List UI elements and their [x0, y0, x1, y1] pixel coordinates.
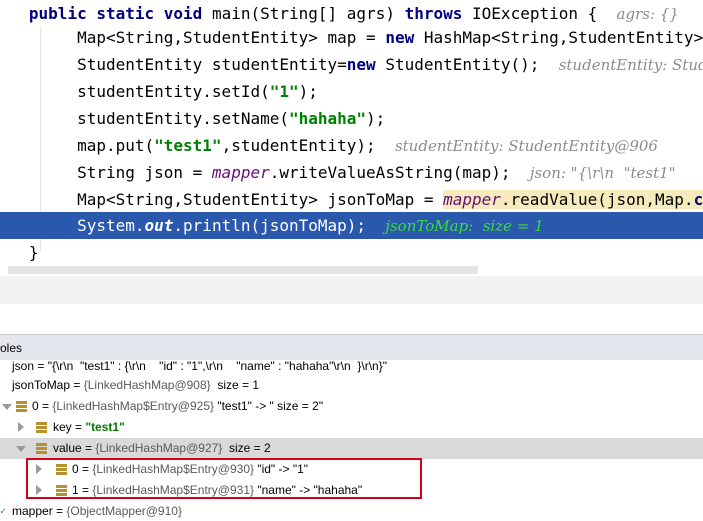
- inline-debug-hint: studentEntity: StudentEntity@906: [394, 137, 658, 155]
- code-string: "1": [269, 82, 299, 101]
- equals-sign: =: [81, 441, 96, 455]
- field-icon: [36, 422, 47, 433]
- tree-row-entry-0[interactable]: 0 = {LinkedHashMap$Entry@925} "test1" ->…: [0, 396, 703, 417]
- object-ref: {ObjectMapper@910}: [66, 504, 182, 518]
- code-text: .readValue(json,Map.: [500, 190, 694, 209]
- expand-chevron-down-icon[interactable]: [16, 446, 26, 452]
- code-line-2[interactable]: Map<String,StudentEntity> map = new Hash…: [0, 24, 703, 51]
- code-text: studentEntity.setId(: [77, 82, 270, 101]
- variables-panel-title: oles: [0, 341, 23, 355]
- variable-summary: "test1" -> " size = 2": [214, 399, 324, 413]
- code-text: );: [298, 82, 318, 101]
- object-ref: {LinkedHashMap$Entry@925}: [52, 399, 214, 413]
- variable-value: "test1": [85, 420, 125, 434]
- code-text: Map<String,StudentEntity> jsonToMap =: [77, 190, 444, 209]
- inline-debug-hint: agrs: {}: [616, 5, 679, 23]
- code-field: mapper: [443, 190, 501, 209]
- code-text: ,studentEntity);: [221, 136, 376, 155]
- code-text: }: [28, 243, 39, 262]
- variable-name: key: [53, 420, 72, 434]
- code-text: studentEntity.setName(: [77, 109, 289, 128]
- equals-sign: =: [52, 504, 67, 518]
- field-icon: [16, 401, 27, 412]
- code-text: main(String[] agrs): [211, 4, 405, 23]
- tree-row-mapper[interactable]: mapper = {ObjectMapper@910}: [0, 501, 703, 521]
- variable-name: json: [12, 360, 35, 373]
- code-line-3[interactable]: StudentEntity studentEntity=new StudentE…: [0, 51, 703, 78]
- variable-name: jsonToMap: [12, 378, 71, 392]
- code-field: out: [144, 216, 174, 235]
- highlight-annotation-box: [26, 458, 422, 499]
- code-line-9-current[interactable]: System.out.println(jsonToMap); jsonToMap…: [0, 212, 703, 239]
- inline-debug-hint: jsonToMap: size = 1: [385, 217, 544, 235]
- expand-chevron-right-icon[interactable]: [18, 422, 24, 432]
- code-keyword: new: [346, 55, 386, 74]
- code-text: System.: [77, 216, 145, 235]
- code-line-8[interactable]: Map<String,StudentEntity> jsonToMap = ma…: [0, 186, 703, 213]
- code-line-6[interactable]: map.put("test1",studentEntity); studentE…: [0, 132, 703, 159]
- code-text: StudentEntity();: [385, 55, 540, 74]
- variable-size: size = 1: [210, 378, 260, 392]
- code-text: String json =: [77, 163, 212, 182]
- code-text: HashMap<String,StudentEntity>();: [423, 28, 703, 47]
- variable-name: value: [53, 441, 82, 455]
- code-line-5[interactable]: studentEntity.setName("hahaha");: [0, 105, 703, 132]
- inline-debug-hint: json: "{\r\n "test1": [529, 164, 676, 182]
- code-editor[interactable]: public static void main(String[] agrs) t…: [0, 0, 703, 276]
- code-text: Map<String,StudentEntity> map =: [77, 28, 386, 47]
- variables-panel-header: oles: [0, 334, 703, 362]
- horizontal-scrollbar[interactable]: [8, 266, 478, 274]
- inline-debug-hint: studentEntity: Stud: [558, 56, 703, 74]
- panel-separator: [0, 276, 703, 304]
- code-keyword: throws: [404, 4, 473, 23]
- equals-sign: =: [38, 399, 53, 413]
- equals-sign: =: [71, 420, 86, 434]
- object-ref: {LinkedHashMap@927}: [95, 441, 223, 455]
- object-ref: {LinkedHashMap@908}: [83, 378, 211, 392]
- code-text: );: [366, 109, 386, 128]
- code-line-7[interactable]: String json = mapper.writeValueAsString(…: [0, 159, 703, 186]
- code-keyword: class: [693, 190, 703, 209]
- tree-row-jsonToMap[interactable]: jsonToMap = {LinkedHashMap@908} size = 1: [0, 375, 703, 396]
- code-keyword: new: [385, 28, 424, 47]
- static-field-icon: ✓: [0, 506, 7, 517]
- code-text: .println(jsonToMap);: [173, 216, 367, 235]
- code-string: "test1": [154, 136, 222, 155]
- variable-size: size = 2: [222, 441, 271, 455]
- code-line-1[interactable]: public static void main(String[] agrs) t…: [0, 0, 703, 27]
- code-field: mapper: [211, 163, 270, 182]
- field-icon: [36, 443, 47, 454]
- variable-value: = "{\r\n "test1" : {\r\n "id" : "1",\r\n…: [34, 360, 387, 373]
- tree-row-key[interactable]: key = "test1": [0, 417, 703, 438]
- code-text: .writeValueAsString(map);: [269, 163, 511, 182]
- code-text: StudentEntity studentEntity=: [77, 55, 347, 74]
- variable-name: mapper: [12, 504, 53, 518]
- code-string: "hahaha": [288, 109, 367, 128]
- code-line-4[interactable]: studentEntity.setId("1");: [0, 78, 703, 105]
- code-keyword: public static void: [28, 4, 212, 23]
- code-line-10[interactable]: }: [0, 239, 703, 266]
- code-text: map.put(: [77, 136, 155, 155]
- expand-chevron-down-icon[interactable]: [2, 404, 12, 410]
- tree-row-value[interactable]: value = {LinkedHashMap@927} size = 2: [0, 438, 703, 459]
- variable-name: 0: [32, 399, 39, 413]
- equals-sign: =: [70, 378, 84, 392]
- code-text: IOException {: [472, 4, 598, 23]
